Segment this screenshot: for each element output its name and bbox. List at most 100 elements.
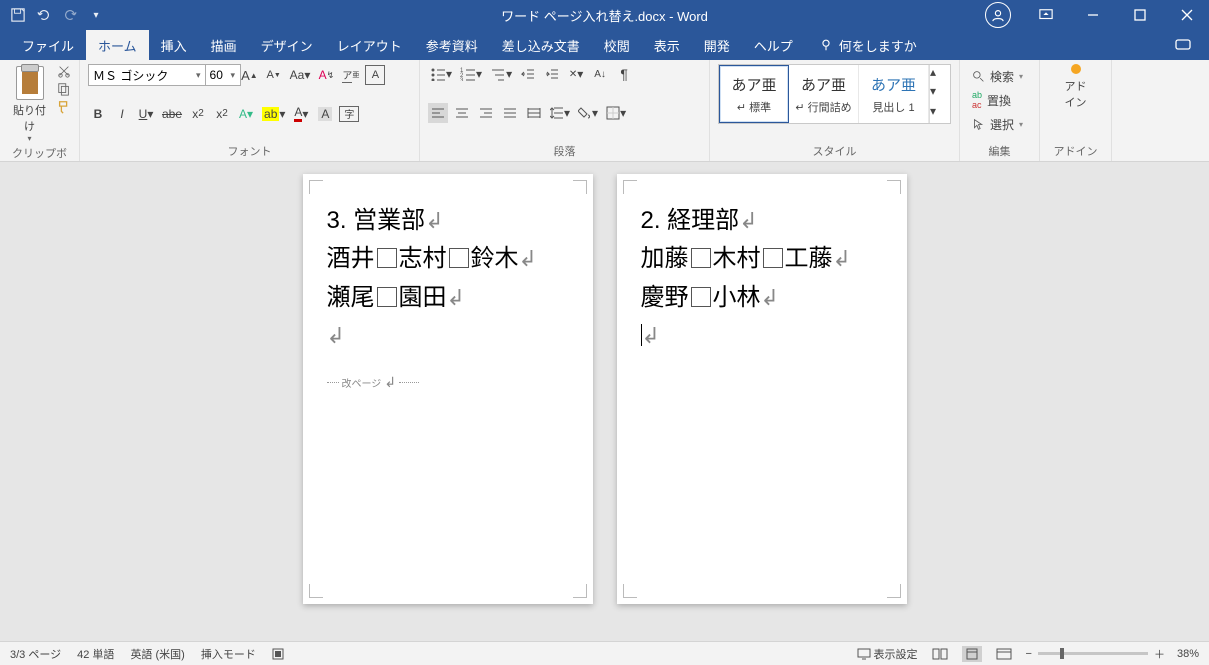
addin-button[interactable]: アド イン [1048,64,1103,110]
multilevel-list-icon[interactable]: ▾ [488,64,514,84]
tab-references[interactable]: 参考資料 [414,30,490,60]
statusbar: 3/3 ページ 42 単語 英語 (米国) 挿入モード 表示設定 − ＋ 38% [0,641,1209,665]
style-heading1[interactable]: あア亜見出し 1 [859,65,929,123]
shading-icon[interactable]: ▾ [576,103,600,123]
tab-home[interactable]: ホーム [86,30,149,60]
status-page[interactable]: 3/3 ページ [10,646,61,662]
align-left-icon[interactable] [428,103,448,123]
find-button[interactable]: 検索▾ [968,64,1031,88]
styles-down-icon[interactable]: ▾ [930,84,945,103]
qat-customize-icon[interactable]: ▾ [88,7,104,23]
status-words[interactable]: 42 単語 [77,646,114,662]
paste-icon [16,66,44,100]
styles-gallery[interactable]: あア亜↵ 標準 あア亜↵ 行間詰め あア亜見出し 1 ▴ ▾ ▾ [718,64,951,124]
undo-icon[interactable] [36,7,52,23]
char-border-icon[interactable]: 字 [339,106,359,122]
zoom-percent[interactable]: 38% [1177,648,1199,660]
account-icon[interactable] [985,2,1011,28]
print-layout-icon[interactable] [962,646,982,662]
paste-label: 貼り付け [8,102,51,134]
group-paragraph: ▾ 123▾ ▾ ✕▾ A↓ ¶ ▾ ▾ ▾ 段落 [420,60,710,161]
change-case-icon[interactable]: Aa▾ [288,65,313,85]
tab-view[interactable]: 表示 [642,30,692,60]
tab-draw[interactable]: 描画 [199,30,249,60]
svg-text:3: 3 [460,78,464,81]
char-shading-icon[interactable]: A [315,104,335,124]
ribbon-display-button[interactable] [1023,0,1068,30]
minimize-button[interactable] [1070,0,1115,30]
tab-help[interactable]: ヘルプ [742,30,805,60]
zoom-out-icon[interactable]: − [1026,648,1032,660]
save-icon[interactable] [10,7,26,23]
replace-button[interactable]: abac置換 [968,88,1031,112]
read-mode-icon[interactable] [930,646,950,662]
group-font-label: フォント [88,141,411,159]
style-no-spacing[interactable]: あア亜↵ 行間詰め [789,65,859,123]
style-normal[interactable]: あア亜↵ 標準 [719,65,789,123]
clear-format-icon[interactable]: A↯ [316,65,336,85]
text-effects-icon[interactable]: A▾ [236,104,256,124]
tab-file[interactable]: ファイル [10,30,86,60]
font-size-combo[interactable] [205,64,241,86]
tab-review[interactable]: 校閲 [592,30,642,60]
page-right[interactable]: 2. 経理部↲加藤木村工藤↲慶野小林↲↲ [617,174,907,604]
enclose-char-icon[interactable]: A [365,65,385,85]
font-name-combo[interactable] [88,64,206,86]
grow-font-icon[interactable]: A▲ [239,65,260,85]
zoom-in-icon[interactable]: ＋ [1154,646,1165,662]
document-title: ワード ページ入れ替え.docx - Word [501,6,708,25]
styles-up-icon[interactable]: ▴ [930,65,945,84]
select-button[interactable]: 選択▾ [968,112,1031,136]
zoom-slider[interactable]: − ＋ [1026,646,1165,662]
status-mode[interactable]: 挿入モード [201,646,256,662]
tell-me[interactable]: 何をしますか [805,30,931,60]
group-editing-label: 編集 [968,141,1031,159]
paste-button[interactable]: 貼り付け ▾ [8,64,51,143]
tab-design[interactable]: デザイン [249,30,325,60]
underline-icon[interactable]: U▾ [136,104,156,124]
styles-more-icon[interactable]: ▾ [930,104,945,123]
cut-icon[interactable] [57,64,71,78]
tab-developer[interactable]: 開発 [692,30,742,60]
italic-icon[interactable]: I [112,104,132,124]
shrink-font-icon[interactable]: A▼ [264,65,284,85]
align-justify-icon[interactable] [500,103,520,123]
show-hide-icon[interactable]: ¶ [614,64,634,84]
subscript-icon[interactable]: x2 [188,104,208,124]
phonetic-guide-icon[interactable]: ア亜 [340,65,361,85]
maximize-button[interactable] [1117,0,1162,30]
line-spacing-icon[interactable]: ▾ [548,103,572,123]
decrease-indent-icon[interactable] [518,64,538,84]
tab-insert[interactable]: 挿入 [149,30,199,60]
web-layout-icon[interactable] [994,646,1014,662]
status-lang[interactable]: 英語 (米国) [130,646,184,662]
bold-icon[interactable]: B [88,104,108,124]
borders-icon[interactable]: ▾ [604,103,628,123]
bullets-icon[interactable]: ▾ [428,64,454,84]
macro-record-icon[interactable] [272,648,284,660]
document-area[interactable]: 3. 営業部↲酒井志村鈴木↲瀬尾園田↲↲改ページ↲ 2. 経理部↲加藤木村工藤↲… [0,162,1209,641]
align-right-icon[interactable] [476,103,496,123]
align-center-icon[interactable] [452,103,472,123]
redo-icon[interactable] [62,7,78,23]
share-button[interactable] [1157,30,1209,60]
page-left[interactable]: 3. 営業部↲酒井志村鈴木↲瀬尾園田↲↲改ページ↲ [303,174,593,604]
distributed-icon[interactable] [524,103,544,123]
display-settings[interactable]: 表示設定 [857,646,918,662]
close-button[interactable] [1164,0,1209,30]
pages-container: 3. 営業部↲酒井志村鈴木↲瀬尾園田↲↲改ページ↲ 2. 経理部↲加藤木村工藤↲… [0,162,1209,616]
group-styles-label: スタイル [718,141,951,159]
copy-icon[interactable] [57,82,71,96]
highlight-icon[interactable]: ab▾ [260,104,287,124]
asian-layout-icon[interactable]: ✕▾ [566,64,586,84]
strike-icon[interactable]: abe [160,104,184,124]
numbering-icon[interactable]: 123▾ [458,64,484,84]
tab-mailings[interactable]: 差し込み文書 [490,30,592,60]
font-color-icon[interactable]: A▾ [291,104,311,124]
format-painter-icon[interactable] [57,100,71,114]
increase-indent-icon[interactable] [542,64,562,84]
tab-layout[interactable]: レイアウト [325,30,414,60]
sort-icon[interactable]: A↓ [590,64,610,84]
addin-icon [1071,64,1081,74]
superscript-icon[interactable]: x2 [212,104,232,124]
